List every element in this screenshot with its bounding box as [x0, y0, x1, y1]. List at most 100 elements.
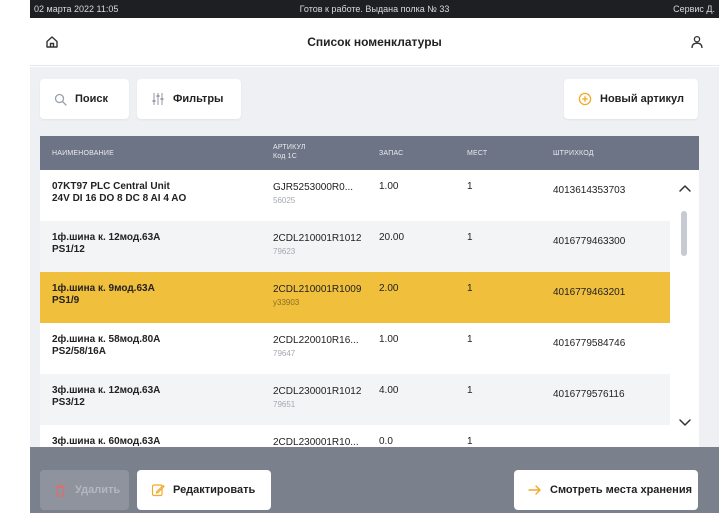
column-places-header: МЕСТ: [467, 150, 488, 157]
cell-name-line2: PS1/9: [52, 295, 80, 306]
home-button[interactable]: [40, 30, 64, 54]
cell-name: 3ф.шина к. 60мод.63А: [52, 436, 160, 447]
cell-article-value: 2CDL220010R16...: [273, 335, 359, 346]
table-scrollbar: [670, 170, 699, 447]
cell-name-line2: PS2/58/16A: [52, 346, 106, 357]
cell-name-line1: 3ф.шина к. 12мод.63А: [52, 385, 161, 396]
cell-article: 2CDL210001R1012 79623: [273, 232, 361, 258]
user-icon: [691, 35, 703, 49]
cell-name: 3ф.шина к. 12мод.63А PS3/12: [52, 385, 160, 409]
user-button[interactable]: [685, 30, 709, 54]
column-stock-header: ЗАПАС: [379, 150, 404, 157]
view-storage-button[interactable]: Смотреть места хранения: [514, 470, 698, 510]
table-row[interactable]: 3ф.шина к. 12мод.63А PS3/12 2CDL230001R1…: [40, 374, 670, 425]
cell-name-line1: 07KT97 PLC Central Unit: [52, 181, 170, 192]
status-user: Сервис Д.: [673, 4, 715, 14]
cell-places: 1: [467, 334, 473, 345]
chevron-down-icon: [678, 419, 691, 426]
edit-icon: [151, 484, 165, 497]
cell-code-value: 79623: [273, 247, 296, 256]
cell-article-value: 2CDL230001R10...: [273, 437, 359, 447]
cell-places: 1: [467, 385, 473, 396]
cell-article-value: 2CDL210001R1009: [273, 284, 362, 295]
nomenclature-table: НАИМЕНОВАНИЕ АРТИКУЛ Код 1С ЗАПАС МЕСТ Ш…: [40, 136, 699, 447]
cell-barcode: 4016779463300: [553, 236, 626, 247]
column-article-header: АРТИКУЛ Код 1С: [273, 143, 306, 161]
column-article-title: АРТИКУЛ: [273, 144, 306, 151]
table-header: НАИМЕНОВАНИЕ АРТИКУЛ Код 1С ЗАПАС МЕСТ Ш…: [40, 136, 699, 170]
cell-article-value: 2CDL230001R1012: [273, 386, 362, 397]
cell-code-value: 79651: [273, 400, 296, 409]
main-content: Поиск Фильтры Новый артикул НАИМЕНОВАНИЕ…: [30, 67, 719, 447]
cell-code-value: 56025: [273, 196, 296, 205]
cell-name-line2: PS3/12: [52, 397, 85, 408]
edit-button[interactable]: Редактировать: [137, 470, 271, 510]
cell-article-value: 2CDL210001R1012: [273, 233, 362, 244]
delete-button[interactable]: Удалить: [40, 470, 129, 510]
filter-sliders-icon: [152, 93, 164, 105]
column-article-subtitle: Код 1С: [273, 153, 297, 160]
new-article-label: Новый артикул: [600, 93, 684, 105]
status-message: Готов к работе. Выдана полка № 33: [299, 4, 450, 14]
cell-name-line1: 2ф.шина к. 58мод.80А: [52, 334, 161, 345]
cell-name: 1ф.шина к. 12мод.63А PS1/12: [52, 232, 160, 256]
status-bar: 02 марта 2022 11:05 Готов к работе. Выда…: [30, 0, 719, 18]
cell-stock: 1.00: [379, 334, 399, 345]
cell-stock: 2.00: [379, 283, 399, 294]
column-name-header: НАИМЕНОВАНИЕ: [52, 150, 115, 157]
trash-icon: [56, 484, 65, 497]
arrow-right-icon: [528, 485, 541, 495]
top-bar: Список номенклатуры: [30, 18, 719, 66]
cell-name-line2: 24V DI 16 DO 8 DC 8 AI 4 AO: [52, 193, 187, 204]
cell-article: 2CDL230001R1012 79651: [273, 385, 361, 411]
cell-stock: 1.00: [379, 181, 399, 192]
chevron-up-icon: [678, 185, 691, 192]
search-icon: [54, 93, 67, 106]
add-circle-icon: [578, 92, 592, 106]
filters-button[interactable]: Фильтры: [137, 79, 241, 119]
cell-code-value: у33903: [273, 298, 300, 307]
bottom-action-bar: Удалить Редактировать Смотреть места хра…: [30, 447, 719, 513]
cell-places: 1: [467, 181, 473, 192]
cell-barcode: 4016779576116: [553, 389, 625, 400]
cell-article: 2CDL220010R16... 79647: [273, 334, 359, 360]
cell-code-value: 79647: [273, 349, 296, 358]
cell-barcode: 4013614353703: [553, 185, 626, 196]
cell-barcode: 4016779584746: [553, 338, 626, 349]
scroll-up-button[interactable]: [670, 176, 699, 200]
cell-name: 2ф.шина к. 58мод.80А PS2/58/16A: [52, 334, 160, 358]
edit-label: Редактировать: [173, 484, 256, 496]
cell-name-line1: 1ф.шина к. 12мод.63А: [52, 232, 161, 243]
page-title: Список номенклатуры: [307, 34, 442, 49]
cell-name-line2: PS1/12: [52, 244, 85, 255]
cell-article: 2CDL210001R1009 у33903: [273, 283, 361, 309]
cell-places: 1: [467, 283, 473, 294]
scroll-down-button[interactable]: [670, 411, 699, 435]
cell-article-value: GJR5253000R0...: [273, 182, 354, 193]
scroll-thumb[interactable]: [681, 211, 687, 256]
cell-name: 07KT97 PLC Central Unit 24V DI 16 DO 8 D…: [52, 181, 186, 205]
cell-name-line1: 1ф.шина к. 9мод.63А: [52, 283, 155, 294]
table-row[interactable]: 1ф.шина к. 12мод.63А PS1/12 2CDL210001R1…: [40, 221, 670, 272]
table-row[interactable]: 2ф.шина к. 58мод.80А PS2/58/16A 2CDL2200…: [40, 323, 670, 374]
view-storage-label: Смотреть места хранения: [550, 484, 692, 496]
search-label: Поиск: [75, 93, 109, 105]
table-row-partial[interactable]: 3ф.шина к. 60мод.63А 2CDL230001R10... 0.…: [40, 425, 670, 447]
table-row-selected[interactable]: 1ф.шина к. 9мод.63А PS1/9 2CDL210001R100…: [40, 272, 670, 323]
cell-stock: 20.00: [379, 232, 405, 243]
home-icon: [46, 36, 58, 48]
cell-places: 1: [467, 436, 473, 447]
cell-article: GJR5253000R0... 56025: [273, 181, 353, 207]
search-button[interactable]: Поиск: [40, 79, 129, 119]
table-row[interactable]: 07KT97 PLC Central Unit 24V DI 16 DO 8 D…: [40, 170, 670, 221]
cell-stock: 4.00: [379, 385, 399, 396]
cell-name-line1: 3ф.шина к. 60мод.63А: [52, 436, 161, 447]
cell-name: 1ф.шина к. 9мод.63А PS1/9: [52, 283, 155, 307]
column-barcode-header: ШТРИХКОД: [553, 150, 594, 157]
cell-article: 2CDL230001R10...: [273, 436, 359, 447]
new-article-button[interactable]: Новый артикул: [564, 79, 698, 119]
filters-label: Фильтры: [173, 93, 224, 105]
cell-stock: 0.0: [379, 436, 393, 447]
delete-label: Удалить: [75, 484, 121, 496]
cell-barcode: 4016779463201: [553, 287, 626, 298]
